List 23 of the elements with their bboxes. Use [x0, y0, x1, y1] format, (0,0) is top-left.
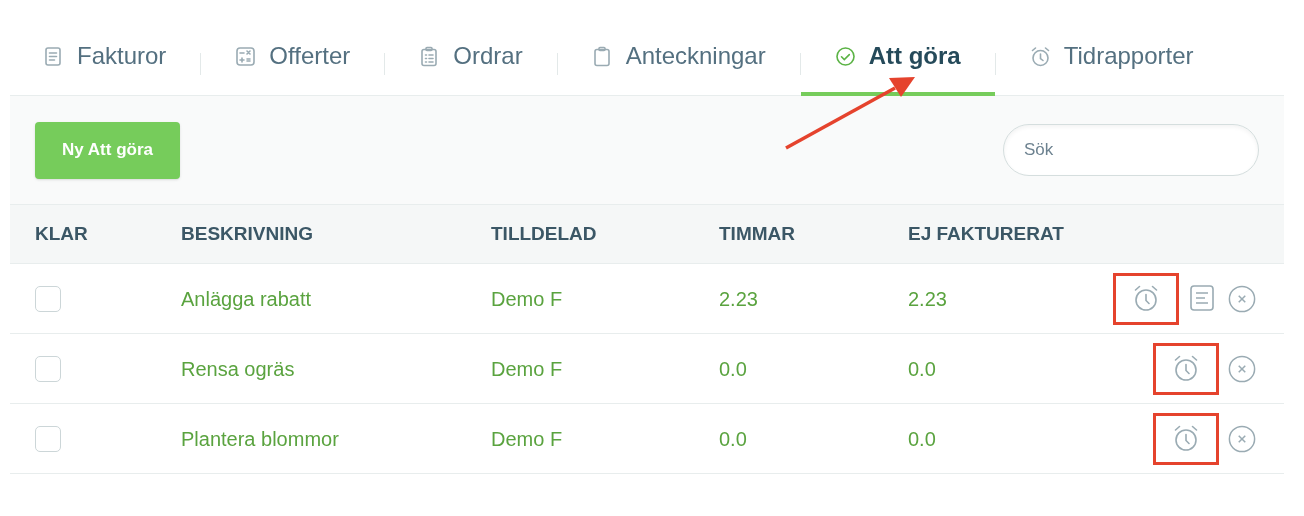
column-header: BESKRIVNING [181, 221, 314, 246]
tab[interactable]: Fakturor [43, 20, 201, 96]
column-header: EJ FAKTURERAT [908, 221, 1065, 246]
task-link[interactable]: Anlägga rabatt [181, 283, 491, 314]
column-header: TIMMAR [719, 221, 796, 246]
table-cell-text: 2.23 [719, 286, 759, 312]
tab[interactable]: Tidrapporter [995, 20, 1228, 96]
table-cell-text: Demo F [491, 286, 564, 312]
table-cell-text: Demo F [491, 356, 564, 382]
table-cell-text: 0.0 [719, 356, 748, 382]
table-cell-text: 0.0 [908, 426, 937, 452]
table-cell-text: 2.23 [908, 286, 948, 312]
task-link[interactable]: Plantera blommor [181, 423, 491, 454]
tab[interactable]: Offerter [201, 20, 385, 96]
table-cell-text: Demo F [491, 426, 564, 452]
tab[interactable]: Ordrar [385, 20, 557, 96]
search-field[interactable]: Sök [1003, 124, 1259, 176]
column-header: TILLDELAD [491, 221, 598, 246]
tab[interactable]: Anteckningar [557, 20, 800, 96]
table-cell-text: 0.0 [908, 356, 937, 382]
task-link[interactable]: Rensa ogräs [181, 353, 491, 384]
column-header: KLAR [35, 221, 89, 246]
table-cell-text: 0.0 [719, 426, 748, 452]
